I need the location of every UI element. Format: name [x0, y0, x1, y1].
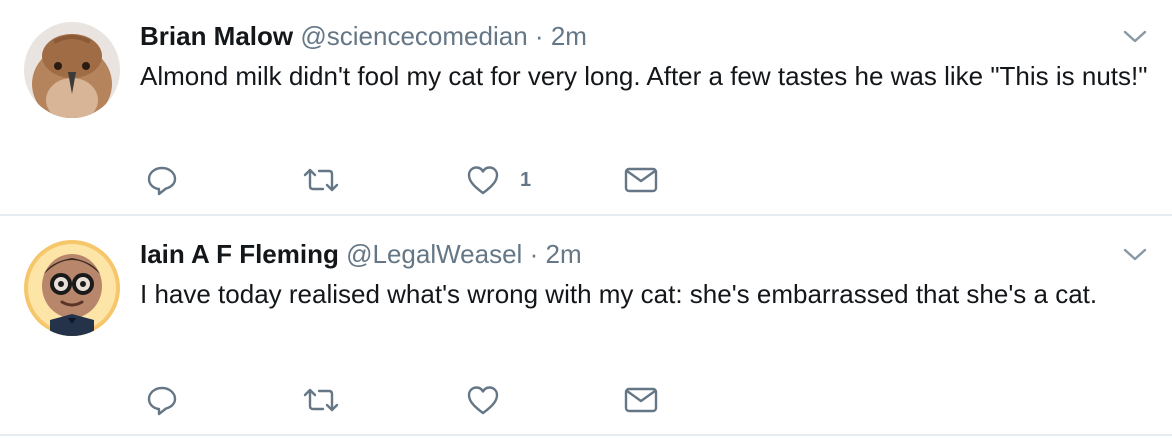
cartoon-glasses-avatar-icon	[24, 240, 120, 336]
user-name[interactable]: Iain A F Fleming	[140, 239, 339, 269]
direct-message-icon	[624, 387, 658, 413]
retweet-button[interactable]	[302, 160, 340, 200]
tweet-header: Brian Malow @sciencecomedian · 2m	[140, 18, 587, 54]
tweet[interactable]: Brian Malow @sciencecomedian · 2m Almond…	[0, 0, 1172, 216]
reply-button[interactable]	[146, 380, 178, 420]
user-name[interactable]: Brian Malow	[140, 21, 293, 51]
bird-avatar-icon	[24, 22, 120, 118]
chevron-down-icon[interactable]	[1122, 244, 1148, 264]
tweet-feed: Brian Malow @sciencecomedian · 2m Almond…	[0, 0, 1172, 438]
avatar[interactable]	[24, 240, 120, 336]
retweet-button[interactable]	[302, 380, 340, 420]
timestamp[interactable]: 2m	[551, 21, 587, 51]
avatar[interactable]	[24, 22, 120, 118]
like-button[interactable]: 1	[466, 160, 531, 200]
user-handle[interactable]: @LegalWeasel	[346, 239, 522, 269]
tweet-actions: 1	[146, 160, 706, 200]
direct-message-button[interactable]	[624, 380, 658, 420]
like-icon	[467, 166, 499, 195]
reply-button[interactable]	[146, 160, 178, 200]
tweet-actions	[146, 380, 706, 420]
tweet[interactable]: Iain A F Fleming @LegalWeasel · 2m I hav…	[0, 218, 1172, 436]
tweet-text: I have today realised what's wrong with …	[140, 279, 1098, 309]
separator: ·	[534, 21, 544, 51]
reply-icon	[147, 386, 177, 416]
chevron-down-icon[interactable]	[1122, 26, 1148, 46]
separator: ·	[529, 239, 539, 269]
tweet-header: Iain A F Fleming @LegalWeasel · 2m	[140, 236, 582, 272]
direct-message-button[interactable]	[624, 160, 658, 200]
like-button[interactable]	[466, 380, 520, 420]
reply-icon	[147, 166, 177, 196]
retweet-icon	[303, 168, 339, 192]
like-icon	[467, 386, 499, 415]
timestamp[interactable]: 2m	[545, 239, 581, 269]
like-count: 1	[520, 168, 532, 191]
retweet-icon	[303, 388, 339, 412]
user-handle[interactable]: @sciencecomedian	[300, 21, 527, 51]
tweet-text: Almond milk didn't fool my cat for very …	[140, 61, 1148, 91]
direct-message-icon	[624, 167, 658, 193]
